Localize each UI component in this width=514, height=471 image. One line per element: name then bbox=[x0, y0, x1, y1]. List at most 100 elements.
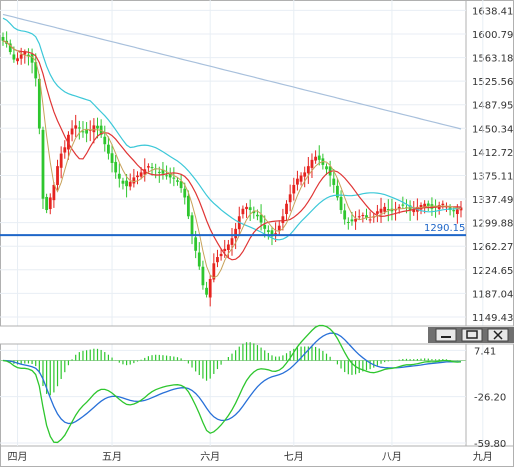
y-tick-label: 1262.27 bbox=[472, 242, 513, 253]
candle-body bbox=[350, 219, 354, 222]
candle-body bbox=[401, 204, 405, 206]
y-tick-label: 1638.41 bbox=[472, 6, 513, 17]
y-tick-label: 1187.04 bbox=[472, 289, 513, 300]
candle-body bbox=[281, 216, 285, 224]
candle-body bbox=[176, 180, 179, 182]
x-tick-label: 六月 bbox=[200, 451, 220, 463]
candle-body bbox=[306, 166, 310, 174]
y-tick-label: 1450.34 bbox=[472, 124, 513, 135]
candle-body bbox=[63, 147, 67, 153]
candle-body bbox=[125, 180, 128, 187]
candle-body bbox=[455, 209, 459, 215]
candle-body bbox=[81, 131, 85, 133]
candle-body bbox=[107, 144, 110, 154]
candle-body bbox=[201, 266, 205, 286]
candle-body bbox=[245, 206, 248, 210]
candle-body bbox=[19, 54, 23, 59]
y-tick-label: 1600.79 bbox=[472, 30, 513, 41]
chart-canvas[interactable]: 1638.41 1600.79 1563.18 1525.56 1487.95 1450.… bbox=[0, 0, 514, 467]
candle-body bbox=[183, 188, 187, 198]
candle-body bbox=[274, 233, 278, 235]
candle-body bbox=[248, 207, 252, 211]
candle-body bbox=[157, 171, 161, 173]
candle-body bbox=[277, 225, 281, 231]
candle-body bbox=[296, 178, 299, 185]
candle-body bbox=[299, 175, 303, 182]
candle-body bbox=[339, 196, 343, 211]
candle-body bbox=[172, 177, 176, 179]
y-tick-label: 1525.56 bbox=[472, 77, 513, 88]
candle-body bbox=[216, 257, 219, 263]
candle-body bbox=[332, 178, 336, 185]
candle-body bbox=[314, 156, 318, 161]
x-tick-label: 八月 bbox=[382, 451, 402, 463]
candle-body bbox=[230, 238, 234, 245]
candle-body bbox=[1, 36, 5, 41]
candle-body bbox=[77, 127, 81, 129]
candle-body bbox=[139, 172, 143, 177]
x-tick-label: 四月 bbox=[8, 451, 28, 463]
candle-body bbox=[343, 210, 347, 220]
y-tick-label: 1224.65 bbox=[472, 266, 513, 277]
candle-body bbox=[241, 208, 245, 215]
y-tick-label: 1149.43 bbox=[472, 313, 513, 324]
candle-body bbox=[96, 125, 99, 129]
candle-body bbox=[375, 211, 379, 214]
candle-body bbox=[303, 172, 307, 177]
candle-body bbox=[132, 177, 136, 184]
candle-body bbox=[114, 161, 118, 173]
candle-body bbox=[379, 208, 383, 213]
candle-body bbox=[92, 125, 96, 133]
candle-body bbox=[146, 166, 150, 168]
candle-body bbox=[292, 184, 296, 194]
candle-body bbox=[383, 206, 387, 212]
x-tick-label: 九月 bbox=[473, 451, 493, 463]
candle-body bbox=[74, 125, 78, 129]
candle-body bbox=[165, 175, 168, 177]
candle-body bbox=[310, 159, 314, 168]
candle-body bbox=[23, 52, 27, 55]
candle-body bbox=[226, 244, 230, 250]
candle-body bbox=[397, 206, 401, 209]
candle-body bbox=[186, 195, 190, 217]
candle-body bbox=[361, 215, 365, 217]
candle-body bbox=[208, 278, 212, 298]
candle-body bbox=[259, 214, 263, 223]
candle-body bbox=[121, 180, 125, 184]
y-tick-label: 1375.11 bbox=[472, 171, 513, 182]
candle-body bbox=[223, 248, 227, 252]
candle-body bbox=[117, 173, 121, 179]
macd-y-tick-label: -59.80 bbox=[474, 439, 506, 450]
candle-body bbox=[194, 237, 198, 251]
candle-body bbox=[52, 184, 56, 201]
candle-body bbox=[317, 155, 321, 160]
candle-body bbox=[45, 196, 49, 211]
candle-body bbox=[357, 216, 361, 218]
candle-body bbox=[70, 128, 74, 135]
candle-body bbox=[41, 129, 45, 199]
candle-body bbox=[346, 221, 350, 223]
candle-body bbox=[452, 210, 456, 212]
x-tick-label: 七月 bbox=[284, 451, 304, 463]
candle-body bbox=[150, 167, 154, 169]
chart-root: 1638.41 1600.79 1563.18 1525.56 1487.95 1450.… bbox=[0, 0, 514, 467]
price-level-label: 1290.15 bbox=[424, 223, 465, 234]
candle-body bbox=[205, 287, 208, 295]
candle-body bbox=[441, 203, 445, 206]
candle-body bbox=[59, 153, 63, 168]
candle-body bbox=[197, 252, 201, 267]
candle-body bbox=[136, 175, 139, 178]
y-tick-label: 1337.49 bbox=[472, 195, 513, 206]
candle-body bbox=[288, 194, 292, 203]
candle-body bbox=[110, 153, 114, 163]
y-tick-label: 1299.88 bbox=[472, 219, 513, 230]
candle-body bbox=[56, 166, 59, 185]
candle-body bbox=[234, 228, 238, 239]
minimize-button[interactable] bbox=[435, 328, 457, 342]
y-tick-label: 1563.18 bbox=[472, 54, 513, 65]
candle-body bbox=[219, 253, 223, 257]
candle-body bbox=[103, 136, 107, 145]
candle-body bbox=[48, 197, 52, 210]
y-tick-label: 1487.95 bbox=[472, 101, 513, 112]
macd-y-tick-label: 7.41 bbox=[474, 346, 496, 357]
